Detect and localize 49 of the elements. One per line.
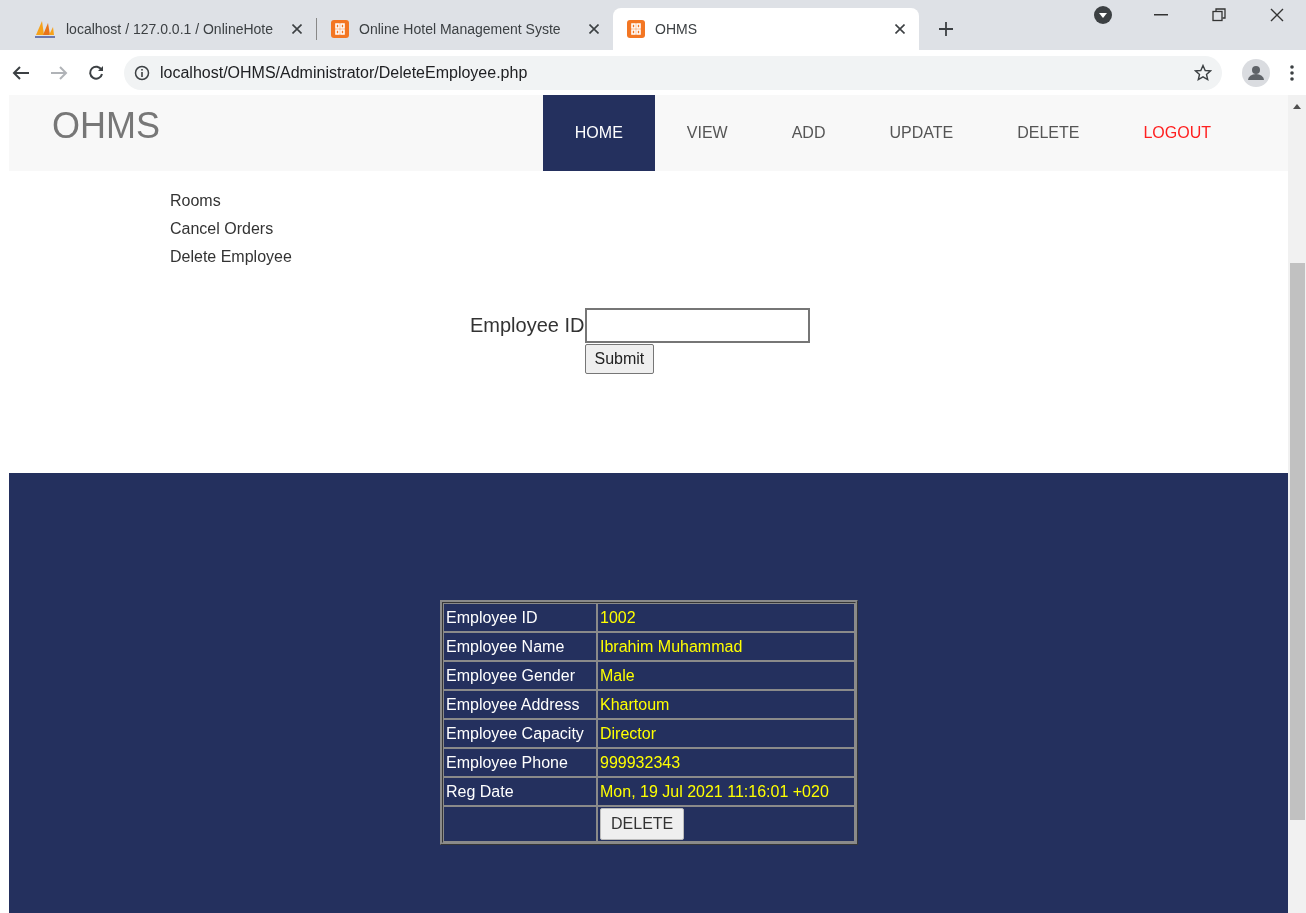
nav-link[interactable]: VIEW bbox=[654, 95, 760, 171]
new-tab-icon[interactable] bbox=[939, 22, 953, 36]
minimize-icon[interactable] bbox=[1154, 14, 1168, 16]
close-icon[interactable] bbox=[1270, 8, 1284, 22]
scroll-up-icon[interactable] bbox=[1293, 104, 1301, 109]
field-value-cell: Khartoum bbox=[597, 690, 855, 719]
nav-link[interactable]: UPDATE bbox=[857, 95, 986, 171]
field-name-cell: Employee Gender bbox=[443, 661, 597, 690]
close-tab-icon[interactable] bbox=[292, 24, 302, 34]
browser-tab[interactable]: OHMS bbox=[613, 8, 919, 50]
sailboat-logo-icon bbox=[34, 19, 56, 39]
field-name-cell: Employee Address bbox=[443, 690, 597, 719]
close-tab-icon[interactable] bbox=[895, 24, 905, 34]
field-value-cell: Mon, 19 Jul 2021 11:16:01 +020 bbox=[597, 777, 855, 806]
avatar-icon[interactable] bbox=[1242, 58, 1270, 87]
info-icon[interactable] bbox=[134, 64, 150, 81]
logout-link[interactable]: LOGOUT bbox=[1111, 95, 1243, 171]
side-link[interactable]: Cancel Orders bbox=[170, 218, 274, 239]
employee-id-field[interactable] bbox=[584, 308, 810, 343]
field-name-cell: Employee Capacity bbox=[443, 719, 597, 748]
side-link[interactable]: Delete Employee bbox=[170, 246, 292, 267]
nav-link[interactable]: ADD bbox=[759, 95, 858, 171]
nav-link[interactable]: HOME bbox=[542, 95, 655, 171]
field-name-cell: Employee ID bbox=[443, 603, 597, 632]
back-icon[interactable] bbox=[12, 64, 30, 81]
field-value-cell: Ibrahim Muhammad bbox=[597, 632, 855, 661]
nav-link[interactable]: DELETE bbox=[985, 95, 1112, 171]
delete-button[interactable]: DELETE bbox=[600, 808, 685, 840]
submit-button[interactable]: Submit bbox=[584, 344, 655, 374]
field-name-cell: Reg Date bbox=[443, 777, 597, 806]
field-name-cell: Employee Phone bbox=[443, 748, 597, 777]
profile-menu-icon[interactable] bbox=[1094, 6, 1112, 24]
scrollbar-thumb[interactable] bbox=[1289, 263, 1305, 820]
field-value-cell: Director bbox=[597, 719, 855, 748]
address-bar[interactable]: localhost/OHMS/Administrator/DeleteEmployee.php bbox=[124, 55, 1222, 90]
star-icon[interactable] bbox=[1194, 63, 1212, 82]
field-value-cell: Male bbox=[597, 661, 855, 690]
restore-icon[interactable] bbox=[1212, 8, 1226, 22]
browser-tab[interactable]: localhost / 127.0.0.1 / OnlineHote bbox=[20, 8, 316, 50]
side-link[interactable]: Rooms bbox=[170, 190, 221, 211]
site-logo[interactable]: OHMS bbox=[52, 105, 160, 147]
close-tab-icon[interactable] bbox=[589, 24, 599, 34]
field-value-cell: 999932343 bbox=[597, 748, 855, 777]
field-value-cell: 1002 bbox=[597, 603, 855, 632]
field-label: Employee ID bbox=[470, 314, 585, 337]
menu-icon[interactable] bbox=[1290, 64, 1294, 81]
field-name-cell: Employee Name bbox=[443, 632, 597, 661]
browser-tab[interactable]: Online Hotel Management Syste bbox=[317, 8, 613, 50]
reload-icon[interactable] bbox=[88, 64, 104, 81]
